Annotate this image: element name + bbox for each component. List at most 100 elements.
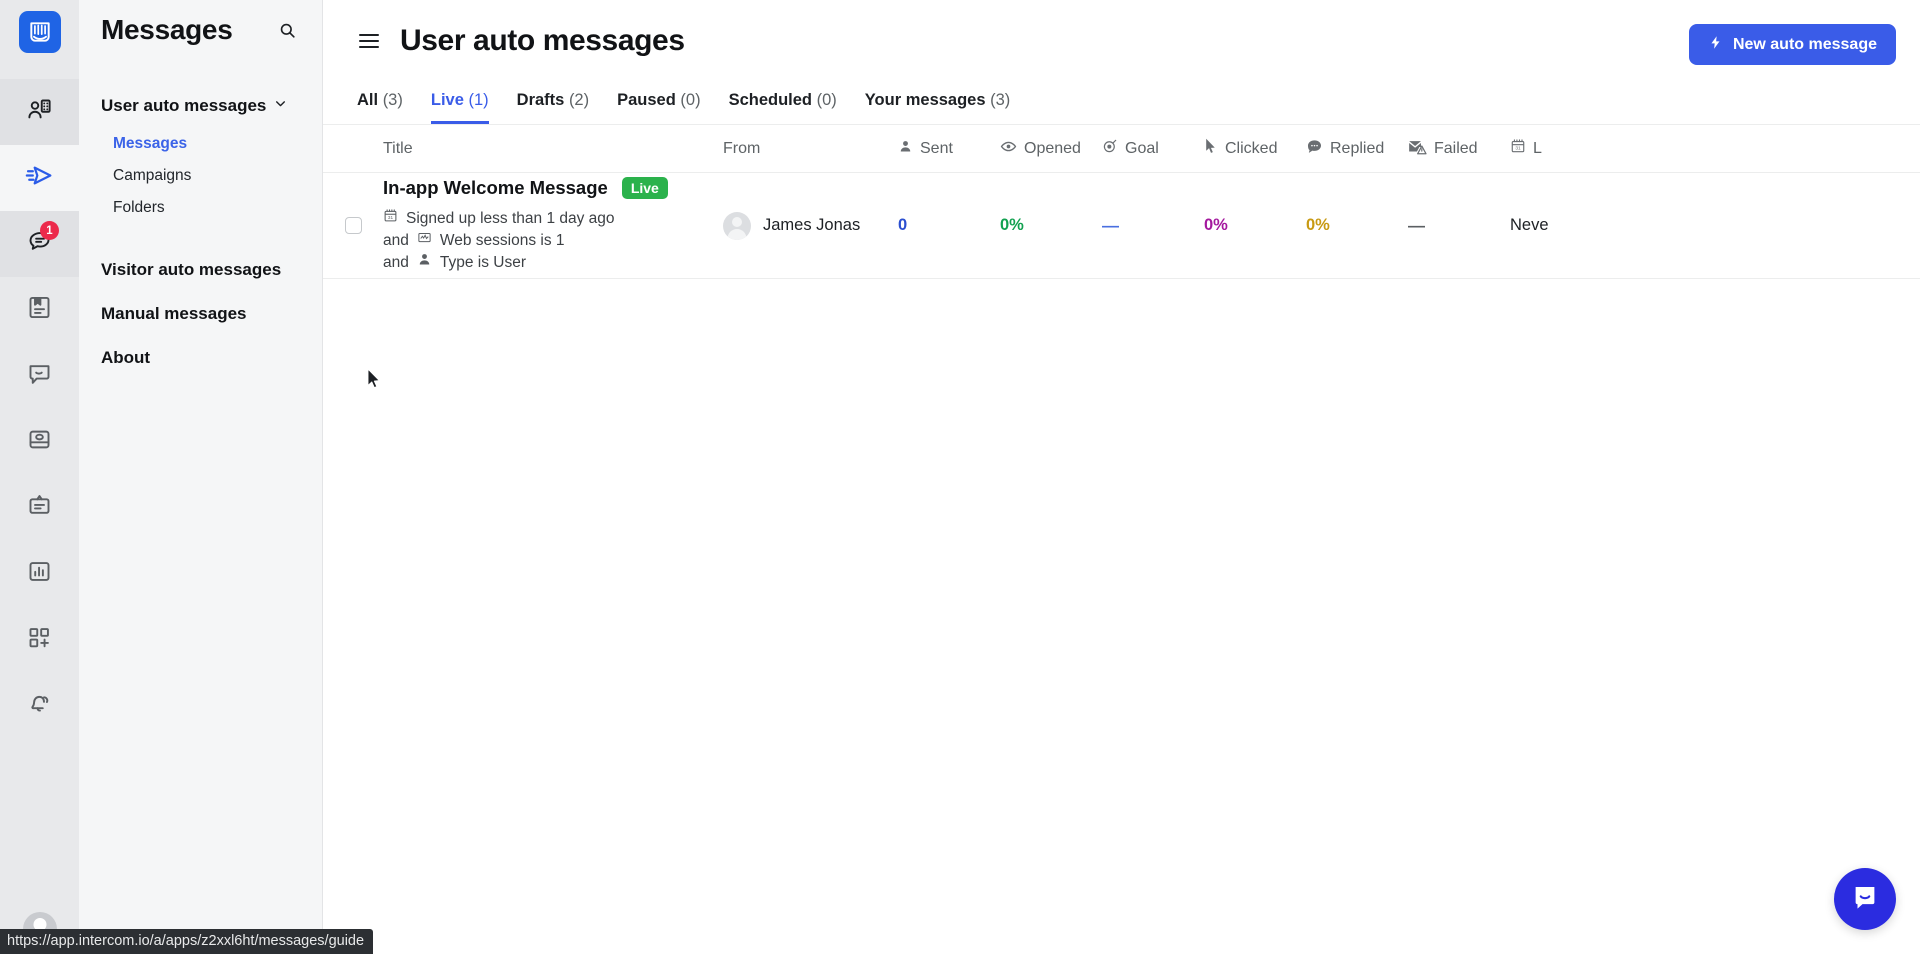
column-header-from[interactable]: From: [723, 140, 898, 158]
main-header: User auto messages New auto message: [323, 0, 1920, 65]
sidebar-nav: User auto messages Messages Campaigns Fo…: [79, 88, 322, 380]
messenger-icon: [26, 360, 53, 392]
opened-value: 0%: [1000, 216, 1024, 234]
tab-drafts[interactable]: Drafts (2): [517, 91, 589, 124]
column-header-replied[interactable]: Replied: [1306, 138, 1408, 160]
rail-item-messenger[interactable]: [0, 343, 79, 409]
status-badge: Live: [621, 176, 668, 200]
column-header-last-label: L: [1533, 139, 1542, 157]
hamburger-menu-icon[interactable]: [357, 30, 381, 52]
app-root: 1 Messages User auto messages Messages C…: [0, 0, 1920, 954]
tab-all[interactable]: All (3): [357, 91, 403, 124]
column-header-clicked-label: Clicked: [1225, 139, 1278, 157]
tab-all-count: (3): [382, 91, 403, 109]
sidebar-item-manual-messages[interactable]: Manual messages: [79, 292, 322, 336]
mouse-cursor: [367, 368, 381, 394]
product-tours-icon: [26, 426, 53, 458]
rail-item-apps[interactable]: [0, 607, 79, 673]
avatar: [723, 211, 751, 240]
tab-scheduled-label: Scheduled: [728, 91, 813, 109]
main-header-left: User auto messages: [357, 24, 685, 58]
column-header-sent[interactable]: Sent: [898, 139, 1000, 159]
page-title: User auto messages: [400, 24, 685, 57]
sidebar-item-folders[interactable]: Folders: [79, 192, 322, 224]
rail-item-contacts[interactable]: [0, 79, 79, 145]
sidebar-item-messages[interactable]: Messages: [79, 128, 322, 160]
main-content: User auto messages New auto message All …: [323, 0, 1920, 954]
target-icon: [1102, 138, 1118, 159]
rail-item-surveys[interactable]: [0, 475, 79, 541]
last-value: Neve: [1510, 216, 1549, 234]
tab-your-messages[interactable]: Your messages (3): [865, 91, 1011, 124]
column-header-title-label: Title: [383, 139, 413, 157]
send-outbound-icon: [25, 161, 54, 195]
calendar-icon: 31: [383, 208, 398, 230]
notifications-bell-icon: [26, 690, 53, 722]
chevron-down-icon: [274, 97, 287, 115]
column-header-failed-label: Failed: [1434, 139, 1478, 157]
column-header-title[interactable]: Title: [383, 140, 723, 158]
rail-item-articles[interactable]: [0, 277, 79, 343]
rule-text: Type is User: [439, 254, 527, 272]
tab-your-messages-count: (3): [990, 91, 1011, 109]
sidebar-group-user-auto-messages[interactable]: User auto messages: [79, 88, 322, 124]
sidebar-item-visitor-auto-messages[interactable]: Visitor auto messages: [79, 248, 322, 292]
sent-value: 0: [898, 216, 908, 234]
svg-text:31: 31: [1515, 146, 1521, 152]
rail-item-outbound[interactable]: [0, 145, 79, 211]
column-header-opened[interactable]: Opened: [1000, 138, 1102, 160]
from-cell: James Jonas: [723, 211, 898, 240]
tab-your-messages-label: Your messages: [864, 91, 986, 109]
clicked-value: 0%: [1204, 216, 1228, 234]
eye-icon: [1000, 138, 1017, 160]
chat-bubble-icon: [1306, 138, 1323, 160]
tab-scheduled[interactable]: Scheduled (0): [729, 91, 837, 124]
rail-item-notifications[interactable]: [0, 673, 79, 739]
rail-item-list: 1: [0, 79, 79, 739]
svg-text:31: 31: [388, 216, 394, 221]
rule-text: Signed up less than 1 day ago: [406, 210, 615, 228]
sidebar-item-about[interactable]: About: [79, 336, 322, 380]
cursor-arrow-icon: [1204, 138, 1218, 159]
secondary-sidebar: Messages User auto messages Messages Cam…: [79, 0, 380, 954]
filter-tabs: All (3) Live (1) Drafts (2) Paused (0) S…: [323, 91, 1920, 125]
row-goal-cell: —: [1102, 216, 1204, 236]
rule-item: and Type is User: [383, 252, 723, 274]
messages-table: Title From Sent Opened Goal Clicked Repl…: [323, 125, 1920, 279]
row-from-cell: James Jonas: [723, 211, 898, 240]
intercom-logo-icon[interactable]: [18, 11, 61, 53]
failed-value: —: [1408, 215, 1425, 235]
column-header-last[interactable]: 31 L: [1510, 138, 1640, 159]
sidebar-title: Messages: [101, 14, 233, 45]
column-header-from-label: From: [723, 139, 761, 157]
rule-item: and Web sessions is 1: [383, 230, 723, 252]
sidebar-item-campaigns[interactable]: Campaigns: [79, 160, 322, 192]
sidebar-group-label: User auto messages: [101, 96, 267, 115]
intercom-messenger-launcher[interactable]: [1834, 868, 1896, 930]
tab-all-label: All: [357, 91, 379, 109]
row-title[interactable]: In-app Welcome Message: [383, 177, 608, 199]
articles-icon: [26, 294, 53, 326]
row-replied-cell: 0%: [1306, 216, 1408, 235]
column-header-failed[interactable]: Failed: [1408, 138, 1510, 160]
search-icon[interactable]: [274, 17, 300, 43]
rail-item-inbox[interactable]: 1: [0, 211, 79, 277]
tab-live[interactable]: Live (1): [430, 91, 489, 124]
row-opened-cell: 0%: [1000, 216, 1102, 235]
row-rules: 31 Signed up less than 1 day ago and Web…: [383, 208, 723, 274]
row-select-checkbox[interactable]: [344, 217, 362, 234]
column-header-clicked[interactable]: Clicked: [1204, 138, 1306, 159]
table-row[interactable]: In-app Welcome Message Live 31 Signed up…: [323, 173, 1920, 279]
column-header-goal[interactable]: Goal: [1102, 138, 1204, 159]
contacts-icon: [26, 96, 53, 128]
table-header-row: Title From Sent Opened Goal Clicked Repl…: [323, 125, 1920, 173]
apps-add-icon: [26, 624, 53, 656]
column-header-sent-label: Sent: [920, 139, 953, 157]
surveys-icon: [26, 492, 53, 524]
row-title-cell: In-app Welcome Message Live 31 Signed up…: [383, 176, 723, 275]
new-auto-message-button[interactable]: New auto message: [1688, 24, 1896, 65]
rail-item-product-tours[interactable]: [0, 409, 79, 475]
tab-paused[interactable]: Paused (0): [617, 91, 700, 124]
rail-item-reports[interactable]: [0, 541, 79, 607]
tab-paused-count: (0): [680, 91, 701, 109]
